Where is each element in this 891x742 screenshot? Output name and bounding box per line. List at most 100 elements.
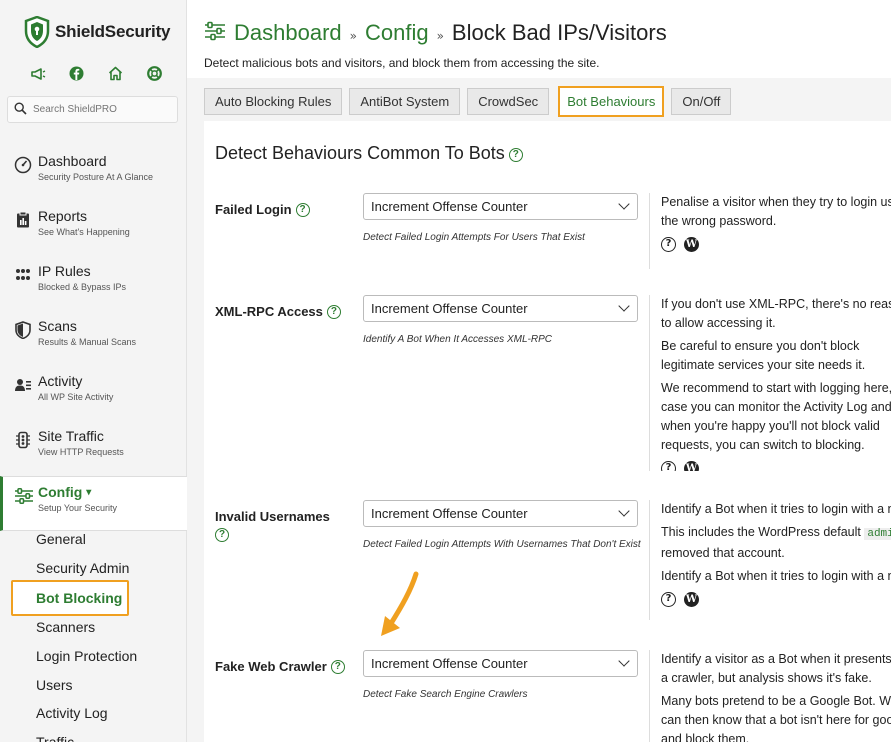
nav-item-ip-rules[interactable]: IP Rules Blocked & Bypass IPs bbox=[0, 256, 186, 311]
select-value: Increment Offense Counter bbox=[371, 506, 528, 521]
option-label: Invalid Usernames? bbox=[215, 508, 355, 544]
megaphone-icon[interactable] bbox=[30, 66, 69, 84]
tab-crowdsec[interactable]: CrowdSec bbox=[467, 88, 550, 115]
sliders-icon bbox=[14, 487, 33, 505]
nav-item-reports[interactable]: Reports See What's Happening bbox=[0, 201, 186, 256]
nav-title: Activity bbox=[38, 373, 83, 389]
annotation-arrow-icon bbox=[381, 571, 419, 636]
help-icon[interactable]: ? bbox=[326, 305, 341, 319]
help-icon[interactable]: ? bbox=[215, 528, 229, 542]
facebook-icon[interactable] bbox=[69, 66, 108, 84]
section-title: Detect Behaviours Common To Bots? bbox=[215, 143, 523, 164]
offense-select[interactable]: Increment Offense Counter bbox=[363, 295, 638, 322]
chevron-down-icon bbox=[618, 505, 630, 517]
tab-on-off[interactable]: On/Off bbox=[671, 88, 732, 115]
nav-title: Reports bbox=[38, 208, 88, 224]
section-title-text: Detect Behaviours Common To Bots bbox=[215, 143, 505, 163]
nav-subtitle: Security Posture At A Glance bbox=[38, 172, 154, 182]
nav-item-site-traffic[interactable]: Site Traffic View HTTP Requests bbox=[0, 421, 186, 476]
description-text: Many bots pretend to be a Google Bot. We… bbox=[661, 694, 891, 742]
submenu-item-users[interactable]: Users bbox=[0, 671, 186, 700]
breadcrumb-separator: » bbox=[436, 29, 444, 43]
offense-select[interactable]: Increment Offense Counter bbox=[363, 500, 638, 527]
option-description: If you don't use XML-RPC, there's no rea… bbox=[649, 295, 891, 471]
search-input[interactable] bbox=[33, 104, 163, 115]
help-links: ? W bbox=[661, 461, 891, 471]
breadcrumb: Dashboard » Config » Block Bad IPs/Visit… bbox=[204, 20, 667, 46]
option-label: Failed Login? bbox=[215, 201, 355, 219]
nav-item-dashboard[interactable]: Dashboard Security Posture At A Glance bbox=[0, 146, 186, 201]
wordpress-icon[interactable]: W bbox=[684, 592, 699, 607]
submenu-item-bot-blocking[interactable]: Bot Blocking bbox=[11, 580, 129, 617]
wordpress-icon[interactable]: W bbox=[684, 237, 699, 252]
submenu-item-traffic[interactable]: Traffic bbox=[0, 728, 186, 742]
sidebar: ShieldSecurity Search ShieldPRO Dashboar… bbox=[0, 0, 187, 742]
select-value: Increment Offense Counter bbox=[371, 656, 528, 671]
quick-links bbox=[30, 66, 186, 84]
chevron-down-icon: ▾ bbox=[86, 487, 92, 498]
activity-icon bbox=[14, 376, 32, 394]
search-box[interactable] bbox=[7, 96, 178, 123]
submenu-item-scanners[interactable]: Scanners bbox=[0, 613, 186, 642]
nav-item-config[interactable]: Config ▾ Setup Your Security bbox=[0, 476, 187, 531]
brand-name: ShieldSecurity bbox=[55, 22, 171, 41]
nav-title-text: Config bbox=[38, 484, 83, 500]
nav-title: Scans bbox=[38, 318, 77, 334]
description-text: removed that account. bbox=[661, 546, 785, 560]
help-circle-icon[interactable]: ? bbox=[661, 461, 676, 471]
home-icon[interactable] bbox=[108, 66, 147, 84]
nav-subtitle: View HTTP Requests bbox=[38, 447, 124, 457]
help-icon[interactable]: ? bbox=[295, 203, 310, 217]
nav-item-activity[interactable]: Activity All WP Site Activity bbox=[0, 366, 186, 421]
chevron-down-icon bbox=[618, 300, 630, 312]
select-value: Increment Offense Counter bbox=[371, 301, 528, 316]
breadcrumb-config[interactable]: Config bbox=[365, 20, 429, 46]
breadcrumb-dashboard[interactable]: Dashboard bbox=[234, 20, 342, 46]
description-text-fragment: This includes the WordPress default bbox=[661, 525, 861, 539]
support-icon[interactable] bbox=[147, 66, 186, 84]
tab-auto-blocking-rules[interactable]: Auto Blocking Rules bbox=[204, 88, 343, 115]
tab-antibot-system[interactable]: AntiBot System bbox=[349, 88, 461, 115]
tab-bot-behaviours[interactable]: Bot Behaviours bbox=[558, 86, 665, 117]
description-text: This includes the WordPress default admi… bbox=[661, 523, 891, 544]
sliders-icon bbox=[204, 21, 226, 45]
help-icon[interactable]: ? bbox=[508, 148, 523, 162]
help-icon[interactable]: ? bbox=[330, 660, 345, 674]
help-links: ? W bbox=[661, 237, 891, 252]
submenu-item-security-admin[interactable]: Security Admin bbox=[0, 554, 186, 583]
nav-subtitle: See What's Happening bbox=[38, 227, 130, 237]
nav-subtitle: Setup Your Security bbox=[38, 503, 118, 513]
description-text: Identify a visitor as a Bot when it pres… bbox=[661, 652, 891, 685]
help-circle-icon[interactable]: ? bbox=[661, 237, 676, 252]
nav-item-scans[interactable]: Scans Results & Manual Scans bbox=[0, 311, 186, 366]
submenu-item-login-protection[interactable]: Login Protection bbox=[0, 642, 186, 671]
nav-subtitle: All WP Site Activity bbox=[38, 392, 114, 402]
option-description: Penalise a visitor when they try to logi… bbox=[649, 193, 891, 269]
help-circle-icon[interactable]: ? bbox=[661, 592, 676, 607]
page-subtitle: Detect malicious bots and visitors, and … bbox=[204, 56, 600, 70]
submenu-item-activity-log[interactable]: Activity Log bbox=[0, 699, 186, 728]
option-label: XML-RPC Access? bbox=[215, 303, 355, 321]
option-label: Fake Web Crawler? bbox=[215, 658, 355, 676]
description-text: Identify a Bot when it tries to login wi… bbox=[661, 569, 891, 583]
option-label-text: Failed Login bbox=[215, 202, 292, 217]
shield-logo-icon bbox=[24, 16, 50, 48]
nav-subtitle: Results & Manual Scans bbox=[38, 337, 137, 347]
option-hint: Identify A Bot When It Accesses XML-RPC bbox=[363, 334, 552, 345]
option-description: Identify a Bot when it tries to login wi… bbox=[649, 500, 891, 620]
nav-title: IP Rules bbox=[38, 263, 91, 279]
chevron-down-icon bbox=[618, 198, 630, 210]
page-title: Block Bad IPs/Visitors bbox=[451, 20, 667, 45]
description-text: Penalise a visitor when they try to logi… bbox=[661, 195, 891, 228]
offense-select[interactable]: Increment Offense Counter bbox=[363, 650, 638, 677]
submenu-item-general[interactable]: General bbox=[0, 525, 186, 554]
description-text: Identify a Bot when it tries to login wi… bbox=[661, 502, 891, 516]
shieldsecurity-logo[interactable]: ShieldSecurity bbox=[24, 16, 170, 48]
search-icon bbox=[14, 100, 27, 119]
offense-select[interactable]: Increment Offense Counter bbox=[363, 193, 638, 220]
option-label-text: Invalid Usernames bbox=[215, 509, 330, 524]
option-hint: Detect Failed Login Attempts For Users T… bbox=[363, 232, 585, 243]
nav-subtitle: Blocked & Bypass IPs bbox=[38, 282, 127, 292]
wordpress-icon[interactable]: W bbox=[684, 461, 699, 471]
dashboard-icon bbox=[14, 156, 32, 174]
